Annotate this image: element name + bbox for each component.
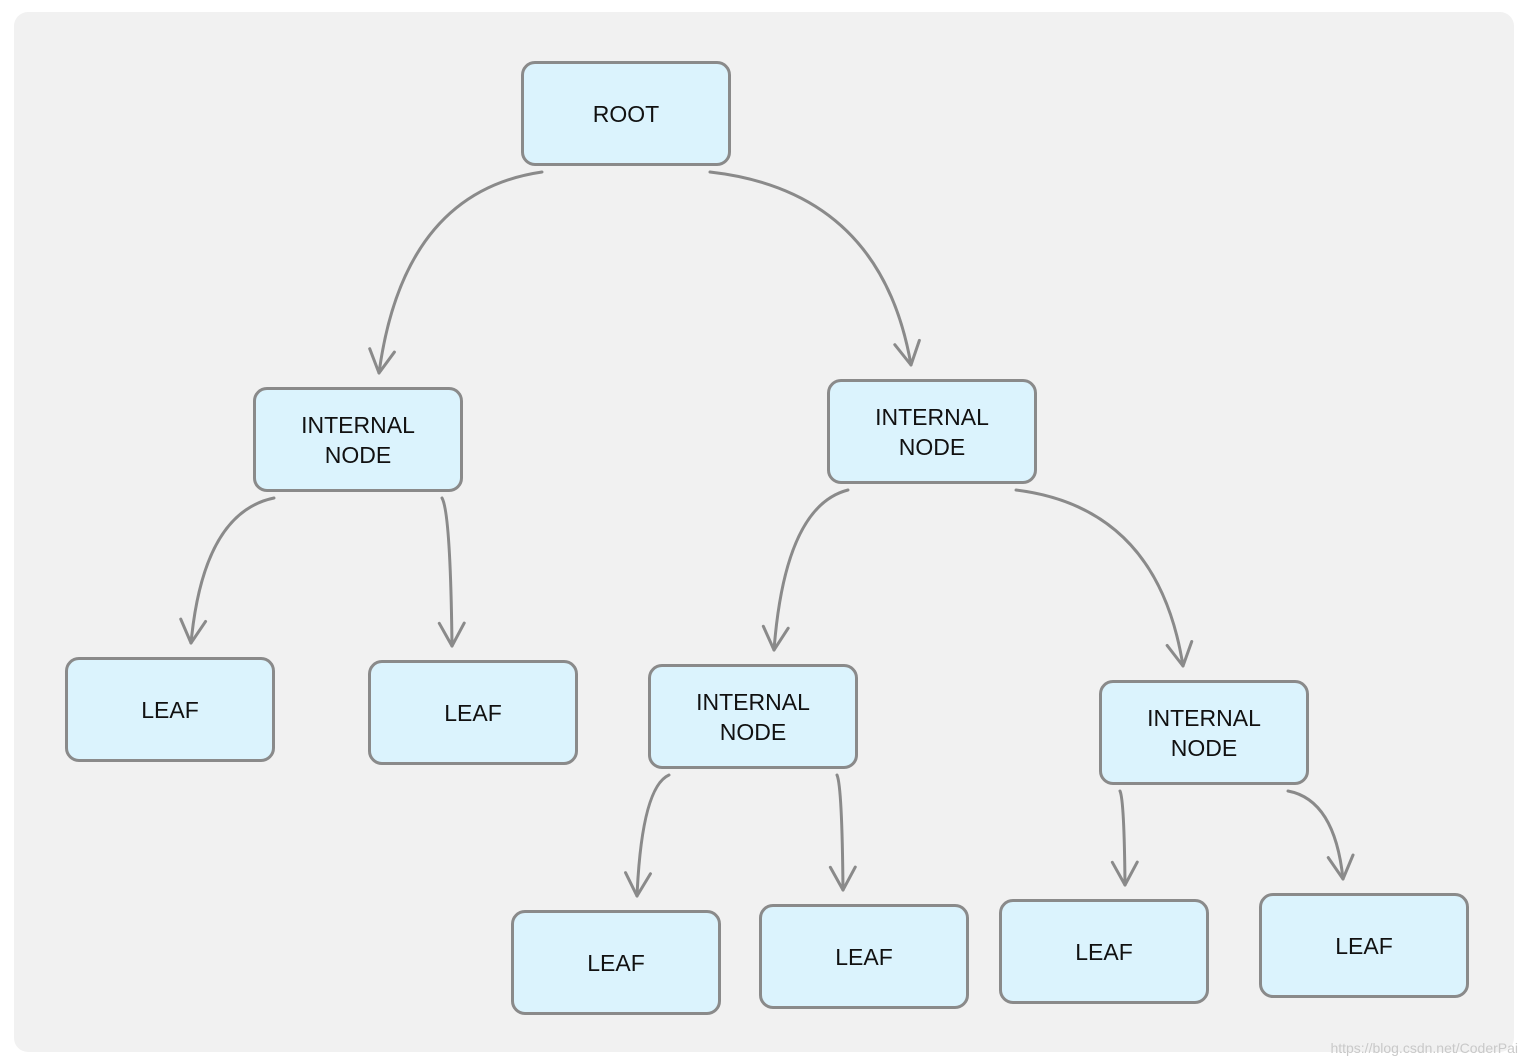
tree-node-internal: INTERNAL NODE xyxy=(827,379,1037,484)
tree-node-leaf: LEAF xyxy=(511,910,721,1015)
tree-node-leaf: LEAF xyxy=(1259,893,1469,998)
node-label: LEAF xyxy=(1335,932,1393,959)
tree-node-internal: INTERNAL NODE xyxy=(648,664,858,769)
tree-node-leaf: LEAF xyxy=(368,660,578,765)
node-label: LEAF xyxy=(444,699,502,726)
watermark-text: https://blog.csdn.net/CoderPai xyxy=(1330,1040,1518,1056)
tree-node-leaf: LEAF xyxy=(65,657,275,762)
tree-node-leaf: LEAF xyxy=(759,904,969,1009)
node-label: LEAF xyxy=(835,943,893,970)
node-label: INTERNAL NODE xyxy=(1147,704,1261,761)
node-label: INTERNAL NODE xyxy=(301,411,415,468)
tree-node-internal: INTERNAL NODE xyxy=(1099,680,1309,785)
tree-node-leaf: LEAF xyxy=(999,899,1209,1004)
node-label: LEAF xyxy=(141,696,199,723)
tree-node-root: ROOT xyxy=(521,61,731,166)
node-label: LEAF xyxy=(1075,938,1133,965)
node-label: ROOT xyxy=(592,100,660,127)
node-label: INTERNAL NODE xyxy=(696,688,810,745)
tree-node-internal: INTERNAL NODE xyxy=(253,387,463,492)
node-label: LEAF xyxy=(587,949,645,976)
node-label: INTERNAL NODE xyxy=(875,403,989,460)
